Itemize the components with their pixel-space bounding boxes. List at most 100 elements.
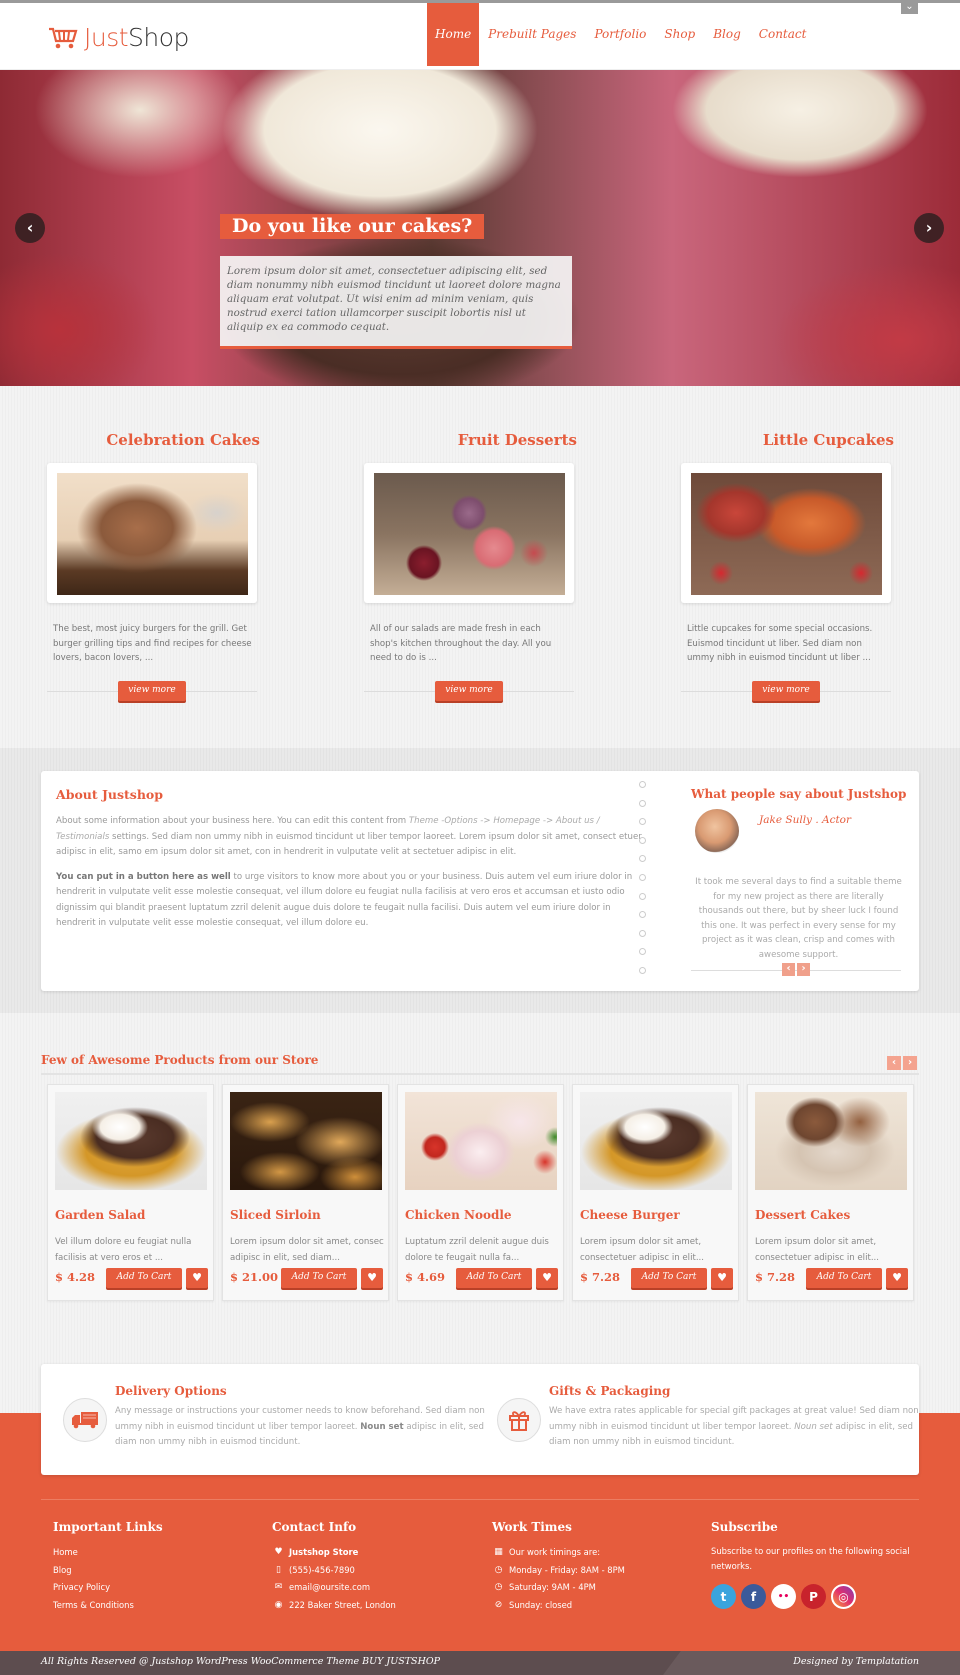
- product-card: Sliced Sirloin Lorem ipsum dolor sit ame…: [222, 1084, 389, 1301]
- divider: [41, 1499, 919, 1500]
- add-to-cart-button[interactable]: Add To Cart: [106, 1268, 182, 1288]
- feature-image[interactable]: [57, 473, 248, 595]
- about-text: About some information about your busine…: [56, 816, 409, 826]
- products-next-button[interactable]: ›: [903, 1056, 917, 1070]
- main-nav: Home Prebuilt Pages Portfolio Shop Blog …: [427, 3, 815, 66]
- product-price: $ 7.28: [755, 1270, 796, 1284]
- footer-contact: Contact Info ♥ Justshop Store ▯ (555)-456-…: [272, 1520, 482, 1614]
- product-name[interactable]: Sliced Sirloin: [230, 1208, 321, 1222]
- wishlist-button[interactable]: ♥: [186, 1268, 208, 1288]
- email-address[interactable]: email@oursite.com: [289, 1579, 370, 1597]
- hero-slider: ‹ › Do you like our cakes? Lorem ipsum d…: [0, 70, 960, 386]
- work-sunday: Sunday: closed: [509, 1599, 573, 1610]
- copyright-text[interactable]: All Rights Reserved @ Justshop WordPress…: [41, 1656, 440, 1667]
- products-prev-button[interactable]: ‹: [887, 1056, 901, 1070]
- twitter-icon[interactable]: t: [711, 1584, 736, 1609]
- gifts-text-italic: Noun set: [794, 1421, 833, 1432]
- product-image[interactable]: [55, 1092, 207, 1190]
- footer-link-blog[interactable]: Blog: [53, 1562, 263, 1580]
- nav-contact[interactable]: Contact: [750, 3, 816, 66]
- product-name[interactable]: Chicken Noodle: [405, 1208, 512, 1222]
- pinterest-icon[interactable]: P: [801, 1584, 826, 1609]
- nav-portfolio[interactable]: Portfolio: [585, 3, 655, 66]
- topbar-toggle-button[interactable]: ⌄: [901, 0, 918, 14]
- slider-prev-button[interactable]: ‹: [15, 213, 45, 243]
- gifts-title: Gifts & Packaging: [549, 1384, 671, 1398]
- flickr-icon[interactable]: ••: [771, 1584, 796, 1609]
- heart-icon: ♥: [192, 1271, 202, 1284]
- product-card: Garden Salad Vel illum dolore eu feugiat…: [47, 1084, 214, 1301]
- store-name: Justshop Store: [289, 1547, 359, 1557]
- instagram-icon[interactable]: ◎: [831, 1584, 856, 1609]
- designer-credit[interactable]: Designed by Templatation: [793, 1656, 919, 1667]
- clock-icon: ◷: [494, 1564, 503, 1575]
- facebook-icon[interactable]: f: [741, 1584, 766, 1609]
- products-title: Few of Awesome Products from our Store: [41, 1053, 319, 1067]
- wishlist-button[interactable]: ♥: [886, 1268, 908, 1288]
- products-section: Few of Awesome Products from our Store ‹…: [0, 1013, 960, 1413]
- about-section: About Justshop About some information ab…: [0, 748, 960, 1013]
- product-name[interactable]: Cheese Burger: [580, 1208, 680, 1222]
- product-description: Luptatum zzril delenit augue duis dolore…: [405, 1237, 549, 1263]
- chevron-right-icon: ›: [925, 218, 933, 237]
- nav-prebuilt-pages[interactable]: Prebuilt Pages: [479, 3, 585, 66]
- heart-icon: ♥: [717, 1271, 727, 1284]
- footer-work-title: Work Times: [492, 1520, 572, 1534]
- product-description: Lorem ipsum dolor sit amet, consec adipi…: [230, 1237, 384, 1263]
- footer-link-privacy[interactable]: Privacy Policy: [53, 1579, 263, 1597]
- clock-icon: ◷: [494, 1582, 503, 1592]
- wishlist-button[interactable]: ♥: [361, 1268, 383, 1288]
- testimonial: What people say about Justshop Jake Sull…: [691, 787, 907, 976]
- product-image[interactable]: [405, 1092, 557, 1190]
- feature-title: Fruit Desserts: [457, 431, 577, 449]
- social-links: t f •• P ◎: [711, 1584, 921, 1609]
- site-header: JustShop Home Prebuilt Pages Portfolio S…: [0, 3, 960, 70]
- product-price: $ 7.28: [580, 1270, 621, 1284]
- wishlist-button[interactable]: ♥: [711, 1268, 733, 1288]
- footer-link-home[interactable]: Home: [53, 1544, 263, 1562]
- footer-link-terms[interactable]: Terms & Conditions: [53, 1597, 263, 1615]
- wishlist-button[interactable]: ♥: [536, 1268, 558, 1288]
- testimonial-quote: It took me several days to find a suitab…: [695, 877, 902, 960]
- work-weekdays: Monday - Friday: 8AM - 8PM: [509, 1564, 625, 1575]
- testimonial-title: What people say about Justshop: [691, 787, 907, 801]
- chevron-left-icon: ‹: [26, 218, 34, 237]
- nav-blog[interactable]: Blog: [704, 3, 750, 66]
- avatar: [695, 809, 739, 853]
- feature-image[interactable]: [691, 473, 882, 595]
- footer-subscribe: Subscribe Subscribe to our profiles on t…: [711, 1520, 921, 1609]
- slider-next-button[interactable]: ›: [914, 213, 944, 243]
- street-address: 222 Baker Street, London: [289, 1599, 396, 1610]
- testimonial-next-button[interactable]: ›: [797, 963, 810, 976]
- chevron-left-icon: ‹: [891, 1057, 897, 1068]
- product-image[interactable]: [755, 1092, 907, 1190]
- product-image[interactable]: [230, 1092, 382, 1190]
- feature-image-frame: [673, 457, 901, 611]
- testimonial-prev-button[interactable]: ‹: [782, 963, 795, 976]
- feature-image-frame: [356, 457, 584, 611]
- features-section: Celebration Cakes The best, most juicy b…: [0, 386, 960, 748]
- add-to-cart-button[interactable]: Add To Cart: [456, 1268, 532, 1288]
- chevron-right-icon: ›: [801, 963, 806, 974]
- view-more-button[interactable]: view more: [118, 681, 186, 701]
- feature-text: Little cupcakes for some special occasio…: [687, 624, 873, 663]
- feature-text: The best, most juicy burgers for the gri…: [53, 624, 252, 663]
- testimonial-author: Jake Sully . Actor: [759, 814, 852, 826]
- feature-text: All of our salads are made fresh in each…: [370, 624, 552, 663]
- nav-home[interactable]: Home: [427, 3, 480, 66]
- product-description: Vel illum dolore eu feugiat nulla facili…: [55, 1237, 192, 1263]
- add-to-cart-button[interactable]: Add To Cart: [631, 1268, 707, 1288]
- logo[interactable]: JustShop: [48, 23, 189, 52]
- product-name[interactable]: Dessert Cakes: [755, 1208, 850, 1222]
- nav-shop[interactable]: Shop: [655, 3, 704, 66]
- add-to-cart-button[interactable]: Add To Cart: [281, 1268, 357, 1288]
- product-image[interactable]: [580, 1092, 732, 1190]
- product-name[interactable]: Garden Salad: [55, 1208, 145, 1222]
- view-more-button[interactable]: view more: [435, 681, 503, 701]
- add-to-cart-button[interactable]: Add To Cart: [806, 1268, 882, 1288]
- chevron-left-icon: ‹: [786, 963, 791, 974]
- slide-caption: Lorem ipsum dolor sit amet, consectetuer…: [220, 256, 572, 349]
- delivery-text: Any message or instructions your custome…: [115, 1404, 485, 1451]
- feature-image[interactable]: [374, 473, 565, 595]
- view-more-button[interactable]: view more: [752, 681, 820, 701]
